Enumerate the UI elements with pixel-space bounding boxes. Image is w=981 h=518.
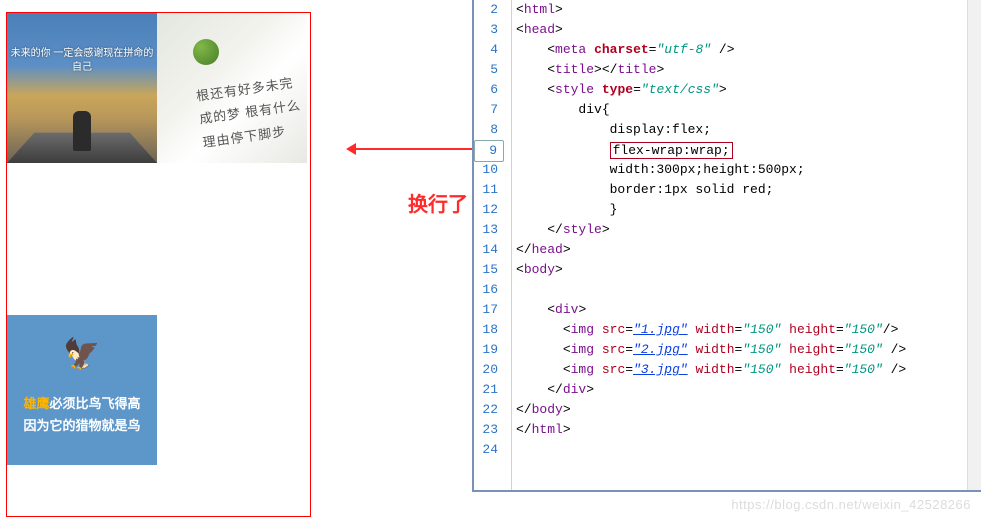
image-2-caption: 根还有好多未完成的梦 根有什么理由停下脚步 — [195, 70, 307, 155]
code-text[interactable]: <head> — [504, 22, 563, 37]
line-number: 12 — [474, 200, 504, 220]
code-line[interactable]: 21 </div> — [474, 380, 981, 400]
code-text[interactable]: </head> — [504, 242, 571, 257]
watermark-text: https://blog.csdn.net/weixin_42528266 — [731, 497, 971, 512]
flex-preview-container: 未来的你 一定会感谢现在拼命的自己 根还有好多未完成的梦 根有什么理由停下脚步 … — [6, 12, 311, 517]
code-line[interactable]: 10 width:300px;height:500px; — [474, 160, 981, 180]
line-number: 9 — [474, 140, 504, 162]
line-number: 15 — [474, 260, 504, 280]
code-text[interactable]: <body> — [504, 262, 563, 277]
line-number: 5 — [474, 60, 504, 80]
code-text[interactable]: <img src="3.jpg" width="150" height="150… — [504, 362, 906, 377]
code-text[interactable]: </style> — [504, 222, 610, 237]
code-text[interactable] — [504, 282, 516, 297]
code-text[interactable]: flex-wrap:wrap; — [504, 143, 733, 158]
code-text[interactable]: <img src="2.jpg" width="150" height="150… — [504, 342, 906, 357]
code-line[interactable]: 5 <title></title> — [474, 60, 981, 80]
line-number: 17 — [474, 300, 504, 320]
code-line[interactable]: 24 — [474, 440, 981, 460]
line-number: 2 — [474, 0, 504, 20]
code-text[interactable]: width:300px;height:500px; — [504, 162, 805, 177]
code-line[interactable]: 11 border:1px solid red; — [474, 180, 981, 200]
image-3-line1-rest: 必须比鸟飞得高 — [50, 396, 141, 411]
image-3-caption: 雄鹰必须比鸟飞得高 因为它的猎物就是鸟 — [7, 393, 157, 437]
preview-image-1: 未来的你 一定会感谢现在拼命的自己 — [7, 13, 157, 163]
code-line[interactable]: 13 </style> — [474, 220, 981, 240]
code-line[interactable]: 2<html> — [474, 0, 981, 20]
code-text[interactable]: } — [504, 202, 617, 217]
code-line[interactable]: 20 <img src="3.jpg" width="150" height="… — [474, 360, 981, 380]
code-text[interactable]: <title></title> — [504, 62, 664, 77]
code-text[interactable]: <meta charset="utf-8" /> — [504, 42, 735, 57]
line-number: 21 — [474, 380, 504, 400]
line-number: 22 — [474, 400, 504, 420]
code-line[interactable]: 15<body> — [474, 260, 981, 280]
code-line[interactable]: 4 <meta charset="utf-8" /> — [474, 40, 981, 60]
image-3-highlight: 雄鹰 — [23, 396, 49, 411]
line-number: 7 — [474, 100, 504, 120]
preview-image-2: 根还有好多未完成的梦 根有什么理由停下脚步 — [157, 13, 307, 163]
line-number: 20 — [474, 360, 504, 380]
code-line[interactable]: 16 — [474, 280, 981, 300]
code-line[interactable]: 22</body> — [474, 400, 981, 420]
code-line[interactable]: 6 <style type="text/css"> — [474, 80, 981, 100]
code-text[interactable]: </html> — [504, 422, 571, 437]
line-number: 4 — [474, 40, 504, 60]
line-number: 8 — [474, 120, 504, 140]
code-text[interactable]: </body> — [504, 402, 571, 417]
code-line[interactable]: 3<head> — [474, 20, 981, 40]
line-number: 6 — [474, 80, 504, 100]
code-line[interactable]: 18 <img src="1.jpg" width="150" height="… — [474, 320, 981, 340]
code-text[interactable]: <img src="1.jpg" width="150" height="150… — [504, 322, 898, 337]
vertical-scrollbar[interactable] — [967, 0, 981, 490]
line-number: 19 — [474, 340, 504, 360]
code-text[interactable] — [504, 442, 516, 457]
code-text[interactable]: </div> — [504, 382, 594, 397]
code-text[interactable]: <html> — [504, 2, 563, 17]
line-number: 11 — [474, 180, 504, 200]
code-text[interactable]: <div> — [504, 302, 586, 317]
annotation-label: 换行了 — [408, 188, 468, 217]
preview-image-3: 🦅 雄鹰必须比鸟飞得高 因为它的猎物就是鸟 — [7, 315, 157, 465]
code-line[interactable]: 9 flex-wrap:wrap; — [474, 140, 981, 160]
line-number: 14 — [474, 240, 504, 260]
image-3-line2: 因为它的猎物就是鸟 — [23, 418, 140, 433]
code-content[interactable]: 2<html>3<head>4 <meta charset="utf-8" />… — [474, 0, 981, 460]
line-number: 24 — [474, 440, 504, 460]
code-text[interactable]: div{ — [504, 102, 610, 117]
line-number: 3 — [474, 20, 504, 40]
line-number: 23 — [474, 420, 504, 440]
line-number: 13 — [474, 220, 504, 240]
code-text[interactable]: border:1px solid red; — [504, 182, 773, 197]
eagle-icon: 🦅 — [63, 337, 100, 372]
line-number: 10 — [474, 160, 504, 180]
line-number: 18 — [474, 320, 504, 340]
code-editor-pane: 2<html>3<head>4 <meta charset="utf-8" />… — [472, 0, 981, 492]
code-line[interactable]: 19 <img src="2.jpg" width="150" height="… — [474, 340, 981, 360]
image-1-caption: 未来的你 一定会感谢现在拼命的自己 — [7, 47, 157, 75]
code-line[interactable]: 12 } — [474, 200, 981, 220]
road-shape — [7, 88, 157, 163]
code-line[interactable]: 14</head> — [474, 240, 981, 260]
code-line[interactable]: 23</html> — [474, 420, 981, 440]
code-line[interactable]: 17 <div> — [474, 300, 981, 320]
line-number: 16 — [474, 280, 504, 300]
leaf-icon — [193, 39, 219, 65]
code-line[interactable]: 8 display:flex; — [474, 120, 981, 140]
code-line[interactable]: 7 div{ — [474, 100, 981, 120]
code-text[interactable]: <style type="text/css"> — [504, 82, 727, 97]
code-text[interactable]: display:flex; — [504, 122, 711, 137]
